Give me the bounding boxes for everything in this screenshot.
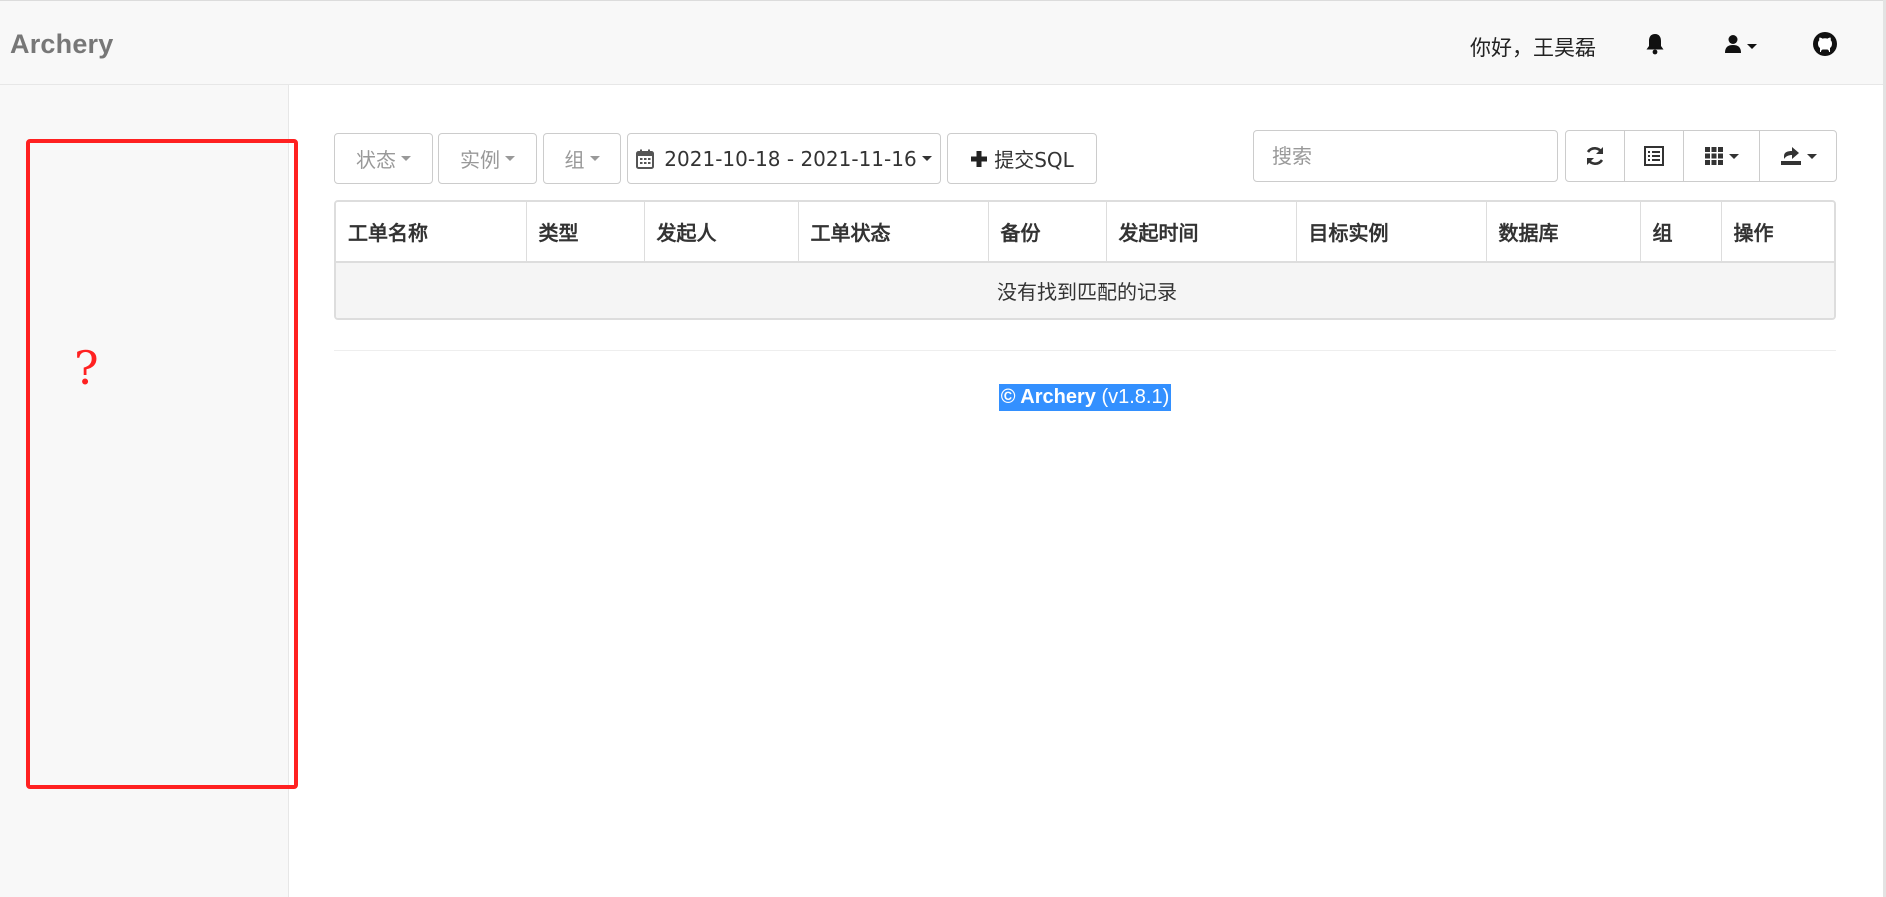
table-header-row: 工单名称 类型 发起人 工单状态 备份 发起时间 目标实例 数据库 组 操作 [336, 202, 1834, 263]
search-input[interactable] [1253, 130, 1558, 182]
export-icon [1780, 146, 1802, 166]
column-header[interactable]: 组 [1640, 202, 1722, 263]
footer: © Archery (v1.8.1) [0, 384, 1886, 411]
table-row: 没有找到匹配的记录 [336, 262, 1834, 318]
column-header[interactable]: 数据库 [1486, 202, 1641, 263]
instance-filter-dropdown[interactable]: 实例 [438, 133, 537, 184]
chevron-down-icon [1746, 43, 1757, 49]
instance-filter-label: 实例 [460, 148, 500, 172]
column-header[interactable]: 备份 [988, 202, 1107, 263]
chevron-down-icon [1806, 153, 1817, 159]
status-filter-label: 状态 [356, 148, 396, 172]
sidebar-highlight-annotation: ? [26, 139, 298, 789]
columns-icon [1704, 146, 1724, 166]
column-header[interactable]: 工单名称 [336, 202, 527, 263]
column-header[interactable]: 操作 [1721, 202, 1834, 263]
github-icon [1812, 31, 1838, 61]
bell-icon [1645, 33, 1665, 59]
workflow-table: 工单名称 类型 发起人 工单状态 备份 发起时间 目标实例 数据库 组 操作 没… [334, 200, 1836, 320]
column-header[interactable]: 工单状态 [798, 202, 989, 263]
column-header[interactable]: 类型 [526, 202, 645, 263]
chevron-down-icon [1729, 153, 1739, 159]
submit-sql-label: 提交SQL [994, 148, 1074, 172]
column-header[interactable]: 发起时间 [1106, 202, 1297, 263]
chevron-down-icon [505, 156, 515, 161]
table-tools-group [1565, 130, 1837, 182]
chevron-down-icon [589, 156, 600, 161]
calendar-icon [636, 149, 655, 169]
user-icon [1724, 34, 1742, 58]
chevron-down-icon [921, 156, 932, 161]
refresh-icon [1584, 145, 1606, 167]
footer-divider [334, 350, 1836, 351]
toggle-view-button[interactable] [1624, 130, 1684, 182]
date-range-picker[interactable]: 2021-10-18 - 2021-11-16 [627, 133, 941, 184]
columns-dropdown[interactable] [1683, 130, 1760, 182]
export-dropdown[interactable] [1759, 130, 1837, 182]
plus-icon [970, 150, 988, 168]
user-menu-dropdown[interactable] [1712, 29, 1768, 63]
top-navbar: Archery 你好，王昊磊 [0, 0, 1886, 85]
empty-table-message: 没有找到匹配的记录 [336, 262, 1834, 318]
github-link[interactable] [1808, 29, 1842, 63]
user-greeting: 你好，王昊磊 [1470, 36, 1596, 60]
footer-selected-text: © Archery (v1.8.1) [998, 384, 1172, 411]
chevron-down-icon [401, 156, 411, 161]
group-filter-dropdown[interactable]: 组 [543, 133, 621, 184]
group-filter-label: 组 [564, 148, 585, 172]
column-header[interactable]: 发起人 [644, 202, 799, 263]
list-icon [1644, 146, 1664, 166]
notification-bell-button[interactable] [1640, 29, 1670, 63]
column-header[interactable]: 目标实例 [1296, 202, 1487, 263]
date-range-value: 2021-10-18 - 2021-11-16 [664, 146, 917, 171]
brand-logo-text[interactable]: Archery [10, 29, 113, 60]
refresh-button[interactable] [1565, 130, 1625, 182]
sidebar: ? [0, 85, 298, 897]
submit-sql-button[interactable]: 提交SQL [947, 133, 1097, 184]
footer-version: (v1.8.1) [1101, 386, 1170, 408]
status-filter-dropdown[interactable]: 状态 [334, 133, 433, 184]
footer-copyright: © Archery [1000, 386, 1096, 408]
